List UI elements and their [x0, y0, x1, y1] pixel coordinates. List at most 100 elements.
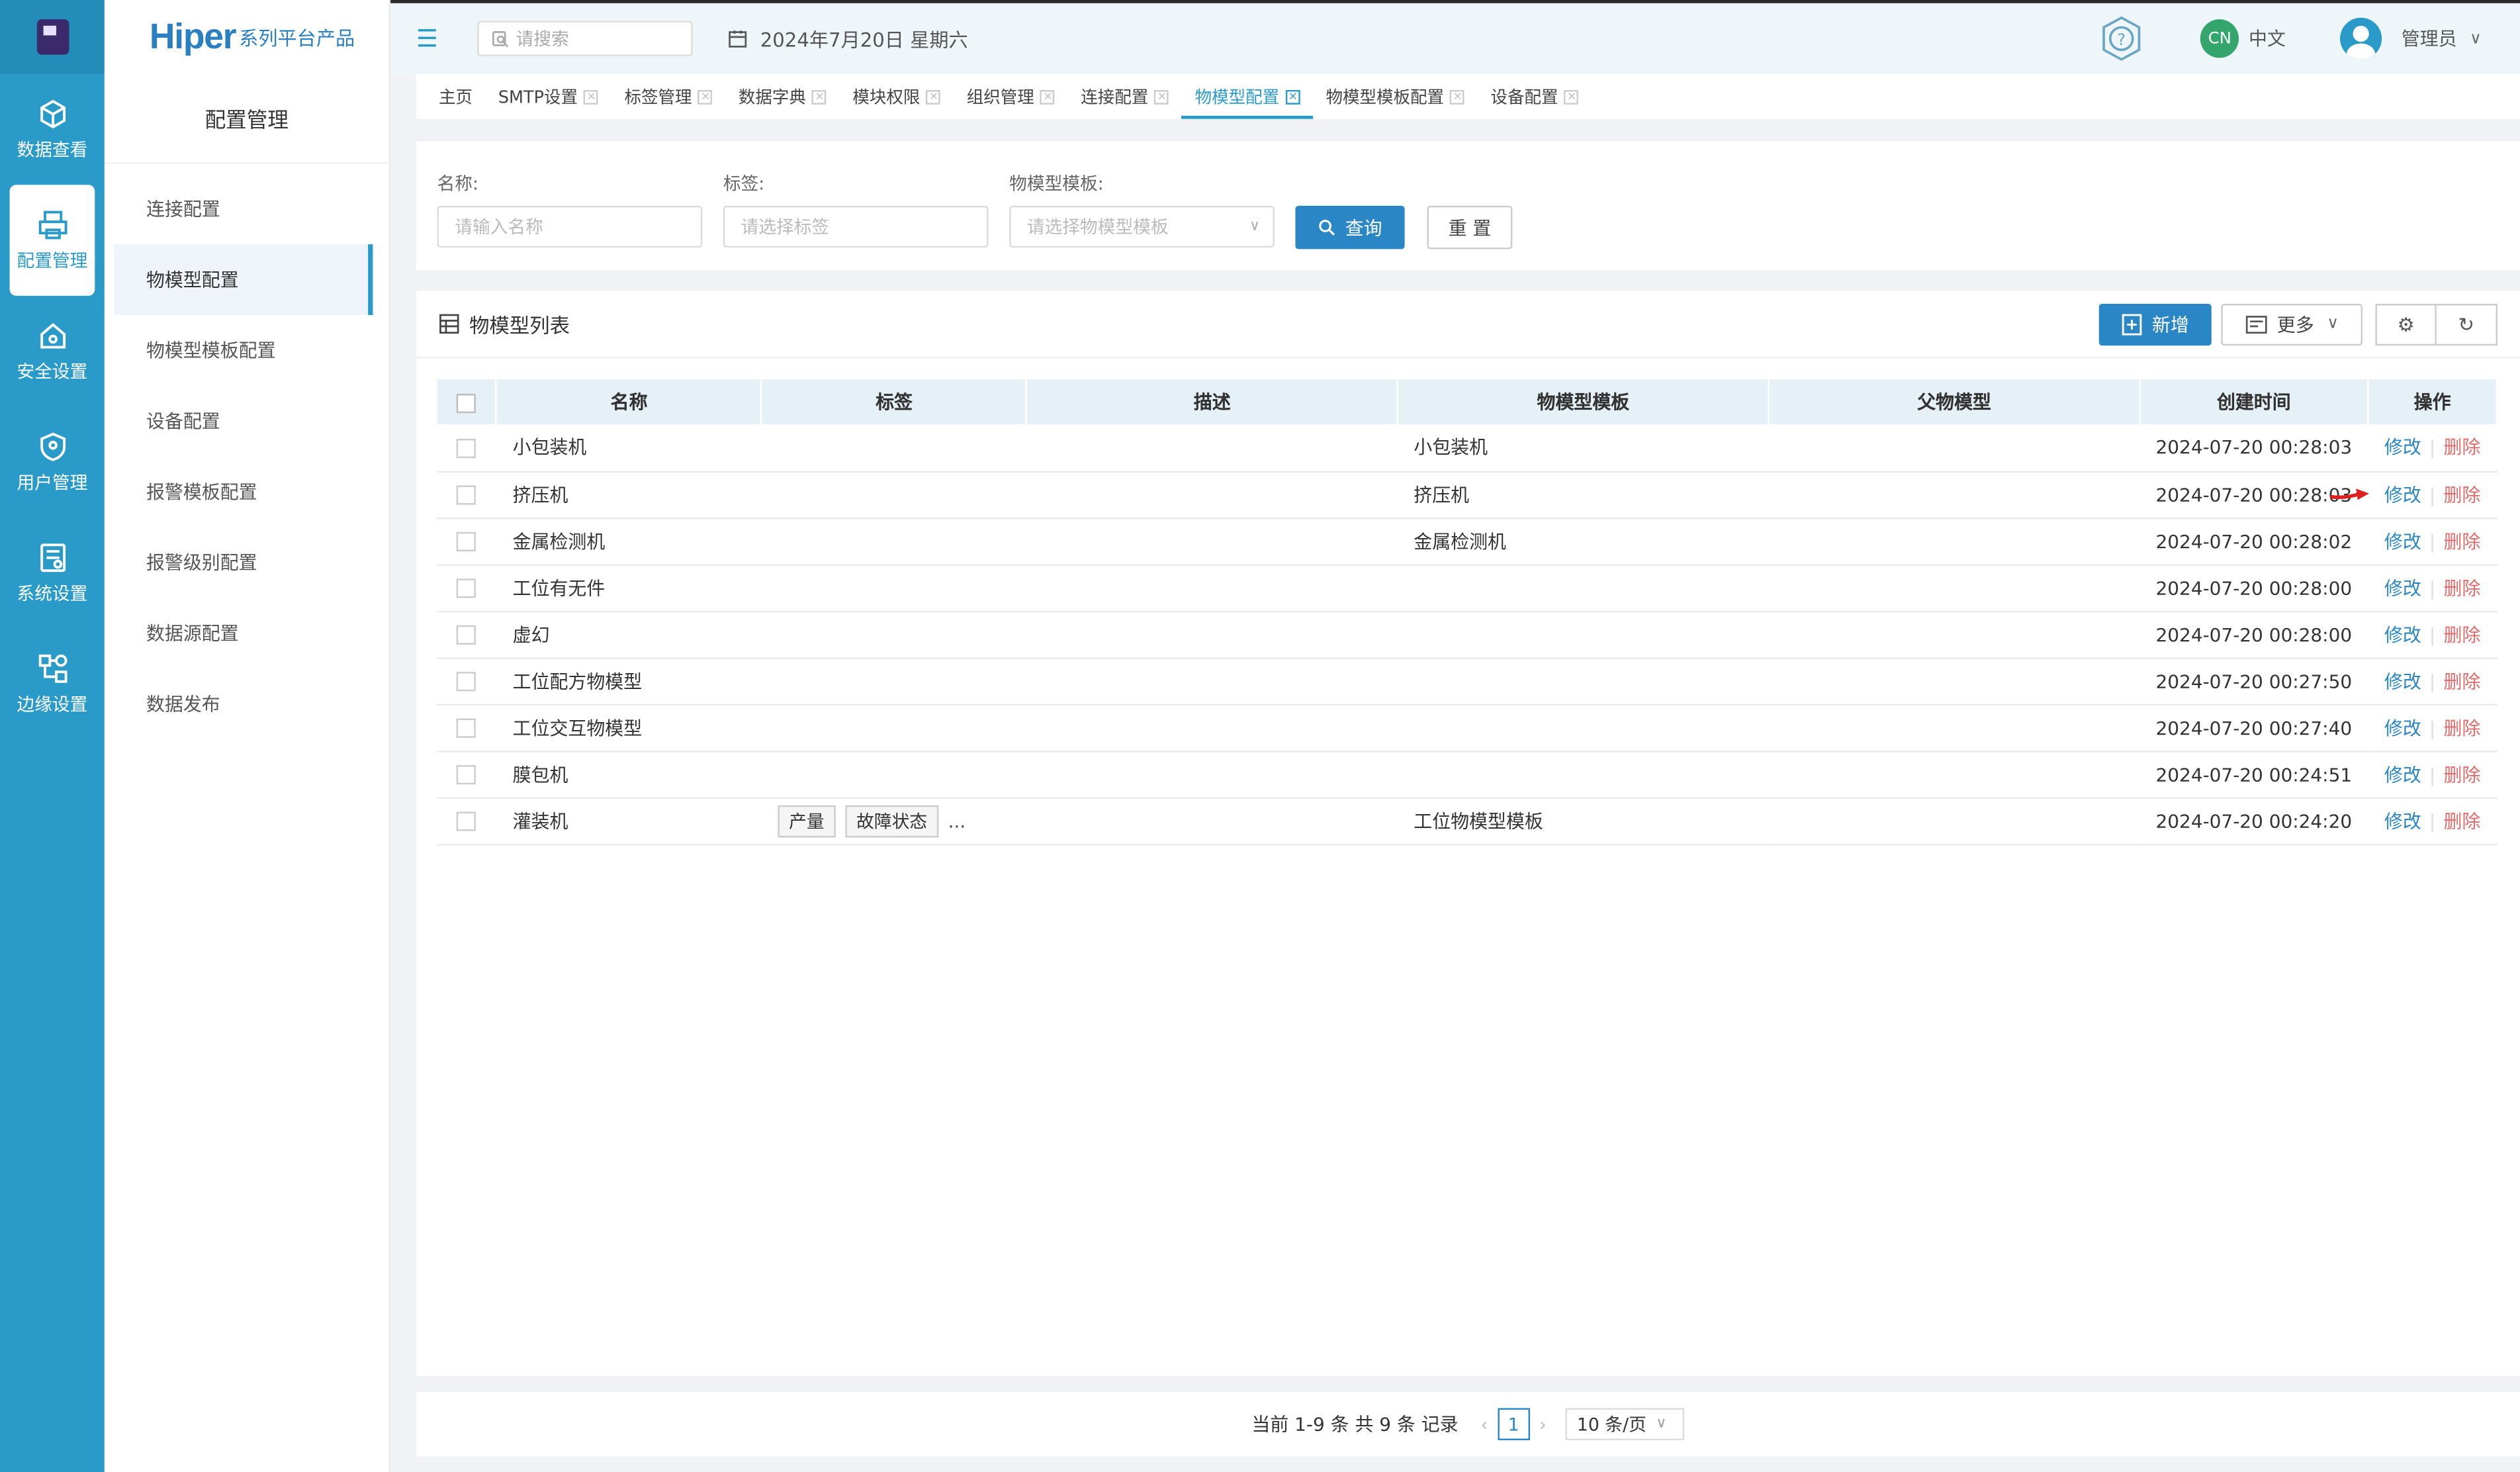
table-row[interactable]: 工位配方物模型 2024-07-20 00:27:50 修改 | 删除 [437, 657, 2497, 705]
close-icon[interactable]: × [1285, 89, 1300, 104]
tab-smtp[interactable]: SMTP设置 × [485, 74, 611, 119]
query-button[interactable]: 查询 [1295, 205, 1405, 250]
col-name[interactable]: 名称 [496, 379, 763, 425]
help-icon[interactable]: ? [2098, 15, 2146, 63]
edit-link[interactable]: 修改 [2384, 529, 2421, 552]
close-icon[interactable]: × [1564, 89, 1580, 104]
more-button[interactable]: 更多 ∨ [2221, 302, 2363, 345]
close-icon[interactable]: × [1040, 89, 1056, 104]
delete-link[interactable]: 删除 [2443, 483, 2480, 506]
page-number[interactable]: 1 [1497, 1408, 1530, 1441]
sidebar-item-alarm-template[interactable]: 报警模板配置 [105, 457, 389, 528]
settings-button[interactable]: ⚙ [2375, 302, 2437, 345]
tab-organization[interactable]: 组织管理 × [954, 74, 1067, 119]
language-switch[interactable]: CN 中文 [2200, 19, 2286, 58]
edit-link[interactable]: 修改 [2384, 436, 2421, 459]
rail-item-system[interactable]: 系统设置 [0, 518, 105, 629]
col-template[interactable]: 物模型模板 [1398, 379, 1770, 425]
sidebar-item-datasource[interactable]: 数据源配置 [105, 598, 389, 668]
name-input[interactable]: 请输入名称 [437, 205, 703, 248]
table-row[interactable]: 挤压机 挤压机 2024-07-20 00:28:03 修改 | 删除 [437, 471, 2497, 519]
prev-page-icon[interactable]: ‹ [1481, 1414, 1488, 1435]
tag-more[interactable]: ... [948, 809, 966, 832]
tab-permissions[interactable]: 模块权限 × [840, 74, 954, 119]
rail-item-config[interactable]: 配置管理 [9, 185, 95, 296]
close-icon[interactable]: × [1154, 89, 1169, 104]
close-icon[interactable]: × [1450, 89, 1465, 104]
menu-toggle-icon[interactable]: ☰ [416, 24, 449, 53]
row-checkbox[interactable] [457, 485, 477, 505]
edit-link[interactable]: 修改 [2384, 716, 2421, 739]
app-logo[interactable] [0, 0, 105, 74]
delete-link[interactable]: 删除 [2443, 576, 2480, 599]
cell-desc [1026, 704, 1398, 752]
table-row[interactable]: 小包装机 小包装机 2024-07-20 00:28:03 修改 | 删除 [437, 424, 2497, 472]
delete-link[interactable]: 删除 [2443, 762, 2480, 785]
table-row[interactable]: 金属检测机 金属检测机 2024-07-20 00:28:02 修改 | 删除 [437, 518, 2497, 565]
reset-button[interactable]: 重 置 [1427, 205, 1513, 250]
row-checkbox[interactable] [457, 672, 477, 692]
tab-dictionary[interactable]: 数据字典 × [725, 74, 839, 119]
next-page-icon[interactable]: › [1539, 1414, 1547, 1435]
add-button[interactable]: 新增 [2098, 302, 2212, 345]
rail-item-data-view[interactable]: 数据查看 [0, 74, 105, 185]
refresh-button[interactable]: ↻ [2436, 302, 2498, 345]
row-checkbox[interactable] [457, 438, 477, 458]
row-checkbox[interactable] [457, 625, 477, 645]
row-checkbox[interactable] [457, 578, 477, 598]
tab-connection[interactable]: 连接配置 × [1068, 74, 1182, 119]
row-checkbox[interactable] [457, 811, 477, 831]
col-tags[interactable]: 标签 [761, 379, 1028, 425]
table-row[interactable]: 虚幻 2024-07-20 00:28:00 修改 | 删除 [437, 610, 2497, 659]
close-icon[interactable]: × [698, 89, 713, 104]
rail-item-security[interactable]: 安全设置 [0, 296, 105, 407]
table-row[interactable]: 工位交互物模型 2024-07-20 00:27:40 修改 | 删除 [437, 704, 2497, 752]
select-all-checkbox[interactable] [457, 392, 476, 412]
table-row[interactable]: 膜包机 2024-07-20 00:24:51 修改 | 删除 [437, 751, 2497, 798]
edit-link[interactable]: 修改 [2384, 576, 2421, 599]
table-row[interactable]: 灌装机 产量 故障状态... 工位物模型模板 2024-07-20 00:24:20 修改… [437, 797, 2497, 845]
close-icon[interactable]: × [584, 89, 599, 104]
tab-tags[interactable]: 标签管理 × [611, 74, 725, 119]
edit-link[interactable]: 修改 [2384, 809, 2421, 832]
edit-link[interactable]: 修改 [2384, 670, 2421, 692]
rail-item-edge[interactable]: 边缘设置 [0, 629, 105, 740]
search-input[interactable]: 请搜索 [477, 21, 693, 57]
delete-link[interactable]: 删除 [2443, 716, 2480, 739]
edit-link[interactable]: 修改 [2384, 623, 2421, 645]
delete-link[interactable]: 删除 [2443, 809, 2480, 832]
delete-link[interactable]: 删除 [2443, 529, 2480, 552]
row-checkbox[interactable] [457, 765, 477, 785]
tab-home[interactable]: 主页 [426, 74, 486, 119]
sidebar-item-thing-model[interactable]: 物模型配置 [114, 244, 373, 316]
row-select-cell [437, 704, 497, 752]
sidebar-item-data-publish[interactable]: 数据发布 [105, 668, 389, 739]
sidebar-item-alarm-level[interactable]: 报警级别配置 [105, 528, 389, 598]
close-icon[interactable]: × [812, 89, 827, 104]
row-checkbox[interactable] [457, 718, 477, 738]
tab-thing-model-template[interactable]: 物模型模板配置 × [1313, 74, 1478, 119]
close-icon[interactable]: × [926, 89, 941, 104]
sidebar-item-thing-model-template[interactable]: 物模型模板配置 [105, 315, 389, 386]
tab-thing-model[interactable]: 物模型配置 × [1182, 74, 1313, 119]
edit-link[interactable]: 修改 [2384, 483, 2421, 506]
template-select[interactable]: 请选择物模型模板 ∨ [1009, 205, 1275, 248]
user-menu[interactable]: 管理员 ∨ [2340, 17, 2482, 60]
row-checkbox[interactable] [457, 531, 477, 552]
col-parent[interactable]: 父物模型 [1768, 379, 2141, 425]
col-created[interactable]: 创建时间 [2139, 379, 2369, 425]
tab-device[interactable]: 设备配置 × [1478, 74, 1592, 119]
col-desc[interactable]: 描述 [1026, 379, 1399, 425]
sidebar-item-device[interactable]: 设备配置 [105, 386, 389, 457]
page-size-select[interactable]: 10 条/页 ∨ [1565, 1408, 1685, 1441]
edit-link[interactable]: 修改 [2384, 762, 2421, 785]
delete-link[interactable]: 删除 [2443, 670, 2480, 692]
table-row[interactable]: 工位有无件 2024-07-20 00:28:00 修改 | 删除 [437, 564, 2497, 612]
tag-select[interactable]: 请选择标签 [723, 205, 989, 248]
cell-tags [761, 564, 1027, 612]
rail-item-users[interactable]: 用户管理 [0, 406, 105, 518]
sidebar-item-connection[interactable]: 连接配置 [105, 173, 389, 244]
date-text: 2024年7月20日 星期六 [760, 28, 968, 51]
delete-link[interactable]: 删除 [2443, 623, 2480, 645]
delete-link[interactable]: 删除 [2443, 436, 2480, 459]
